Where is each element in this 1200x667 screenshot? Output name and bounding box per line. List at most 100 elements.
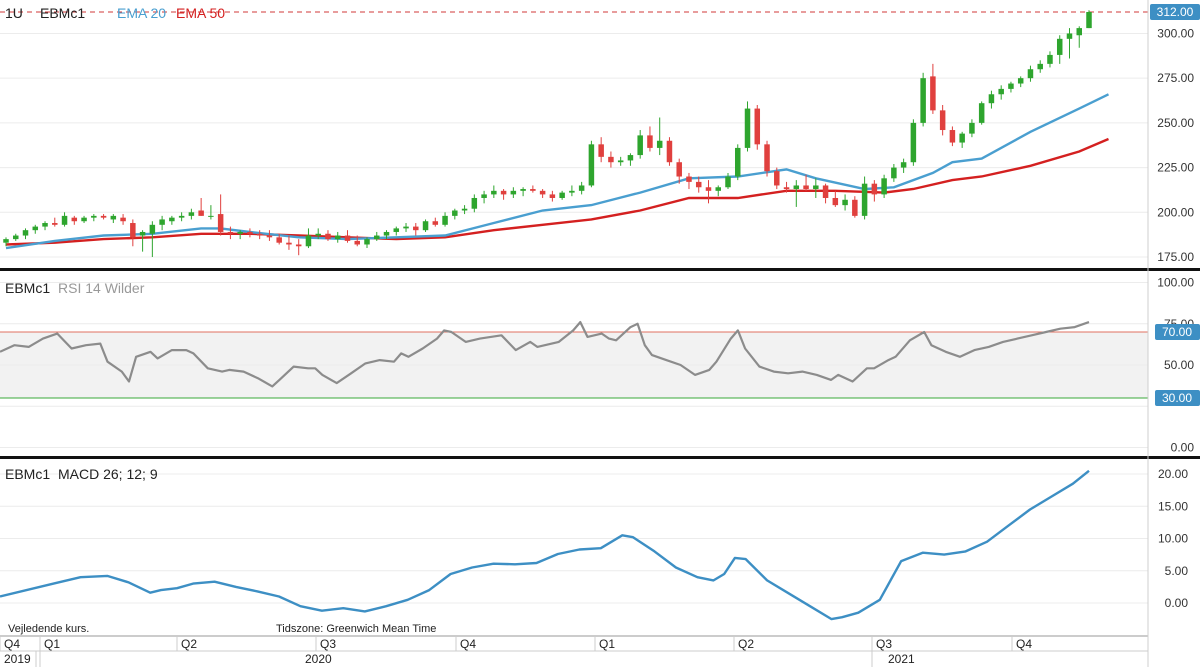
candle-body <box>510 190 517 195</box>
candle-body <box>774 171 780 186</box>
year-label: 2020 <box>305 652 332 666</box>
candle-body <box>442 215 448 225</box>
candle-body <box>647 135 653 148</box>
candle-body <box>42 223 48 227</box>
rsi-upper-tag-label: 70.00 <box>1162 325 1192 339</box>
year-label: 2019 <box>4 652 31 666</box>
candle-body <box>305 235 312 247</box>
candle-body <box>676 162 682 177</box>
stock-chart[interactable]: 175.00 200.00 225.00 250.00 275.00 300.00 312… <box>0 0 1200 667</box>
candle-body <box>1047 54 1053 64</box>
candle-body <box>939 110 946 131</box>
candle-body <box>793 185 800 190</box>
candle-body <box>559 192 565 198</box>
candle-body <box>578 185 585 191</box>
candle-body <box>188 212 195 216</box>
candle-body <box>403 226 409 229</box>
candle-body <box>22 230 29 236</box>
candle-body <box>783 187 790 190</box>
quarter-label: Q3 <box>876 637 892 651</box>
candle-body <box>1056 38 1063 55</box>
candle-body <box>315 233 321 236</box>
candle-body <box>608 156 614 163</box>
rsi-lower-tag-label: 30.00 <box>1162 391 1192 405</box>
macd-symbol: EBMc1 <box>5 466 50 482</box>
candle-body <box>452 210 458 216</box>
candle-body <box>852 199 858 216</box>
candle-up <box>744 101 751 152</box>
candle-body <box>754 108 761 145</box>
rsi-symbol: EBMc1 <box>5 280 50 296</box>
candle-body <box>666 140 673 163</box>
candle-body <box>920 78 926 123</box>
candle-body <box>61 215 68 225</box>
candle-body <box>1076 28 1082 36</box>
quarter-label: Q2 <box>181 637 197 651</box>
price-tick-label: 225.00 <box>1157 161 1194 175</box>
candle-down <box>666 137 673 166</box>
candle-up <box>920 72 926 127</box>
candle-body <box>695 181 702 188</box>
timezone-note: Tidszone: Greenwich Mean Time <box>276 623 436 635</box>
price-tick-label: 250.00 <box>1157 116 1194 130</box>
candle-body <box>988 94 995 104</box>
candle-body <box>520 189 526 191</box>
candle-body <box>1037 63 1043 70</box>
quarter-label: Q4 <box>460 637 476 651</box>
candle-body <box>959 133 965 143</box>
macd-tick-label: 15.00 <box>1158 499 1188 513</box>
candle-body <box>969 122 975 134</box>
candle-body <box>13 235 19 240</box>
candle-body <box>52 223 58 225</box>
candle-body <box>432 221 439 225</box>
last-price-label: 312.00 <box>1157 5 1194 19</box>
candle-body <box>539 190 546 195</box>
macd-tick-label: 20.00 <box>1158 467 1188 481</box>
candle-body <box>266 235 273 238</box>
macd-tick-label: 0.00 <box>1165 596 1189 610</box>
candle-body <box>686 176 692 182</box>
candle-body <box>71 217 78 222</box>
rsi-tick-label: 0.00 <box>1171 441 1195 455</box>
candle-body <box>530 189 536 191</box>
candle-body <box>256 233 263 236</box>
candle-body <box>178 215 185 218</box>
candle-body <box>744 108 751 148</box>
candle-body <box>364 239 370 245</box>
candle-body <box>471 197 478 209</box>
candle-body <box>569 190 575 193</box>
candle-body <box>617 160 624 163</box>
quarter-label: Q2 <box>738 637 754 651</box>
candle-body <box>1066 33 1073 39</box>
candle-body <box>549 194 556 198</box>
candle-up <box>422 219 429 232</box>
candle-body <box>139 231 146 236</box>
candle-body <box>344 235 351 241</box>
candle-body <box>598 144 604 157</box>
candle-body <box>334 235 341 240</box>
candle-body <box>842 199 848 206</box>
price-tick-label: 275.00 <box>1157 71 1194 85</box>
candle-body <box>822 185 829 198</box>
candle-body <box>81 217 87 222</box>
macd-indicator-label: MACD 26; 12; 9 <box>58 466 158 482</box>
candle-body <box>295 244 302 247</box>
candle-body <box>3 239 9 243</box>
candle-body <box>383 231 390 236</box>
rsi-indicator-label: RSI 14 Wilder <box>58 280 145 296</box>
candle-body <box>832 197 839 206</box>
candle-body <box>100 215 107 218</box>
candle-body <box>374 235 380 240</box>
candle-up <box>1086 10 1092 29</box>
ema-50-legend: EMA 50 <box>176 5 225 21</box>
ema-20-legend: EMA 20 <box>117 5 166 21</box>
candle-body <box>627 155 634 161</box>
candle-body <box>735 147 741 177</box>
candle-body <box>1008 83 1014 89</box>
candle-body <box>705 187 712 191</box>
candle-down <box>754 104 761 150</box>
candle-up <box>978 101 985 125</box>
vejledende-note: Vejledende kurs. <box>8 623 89 635</box>
symbol-label: EBMc1 <box>40 5 85 21</box>
candle-body <box>393 228 400 232</box>
